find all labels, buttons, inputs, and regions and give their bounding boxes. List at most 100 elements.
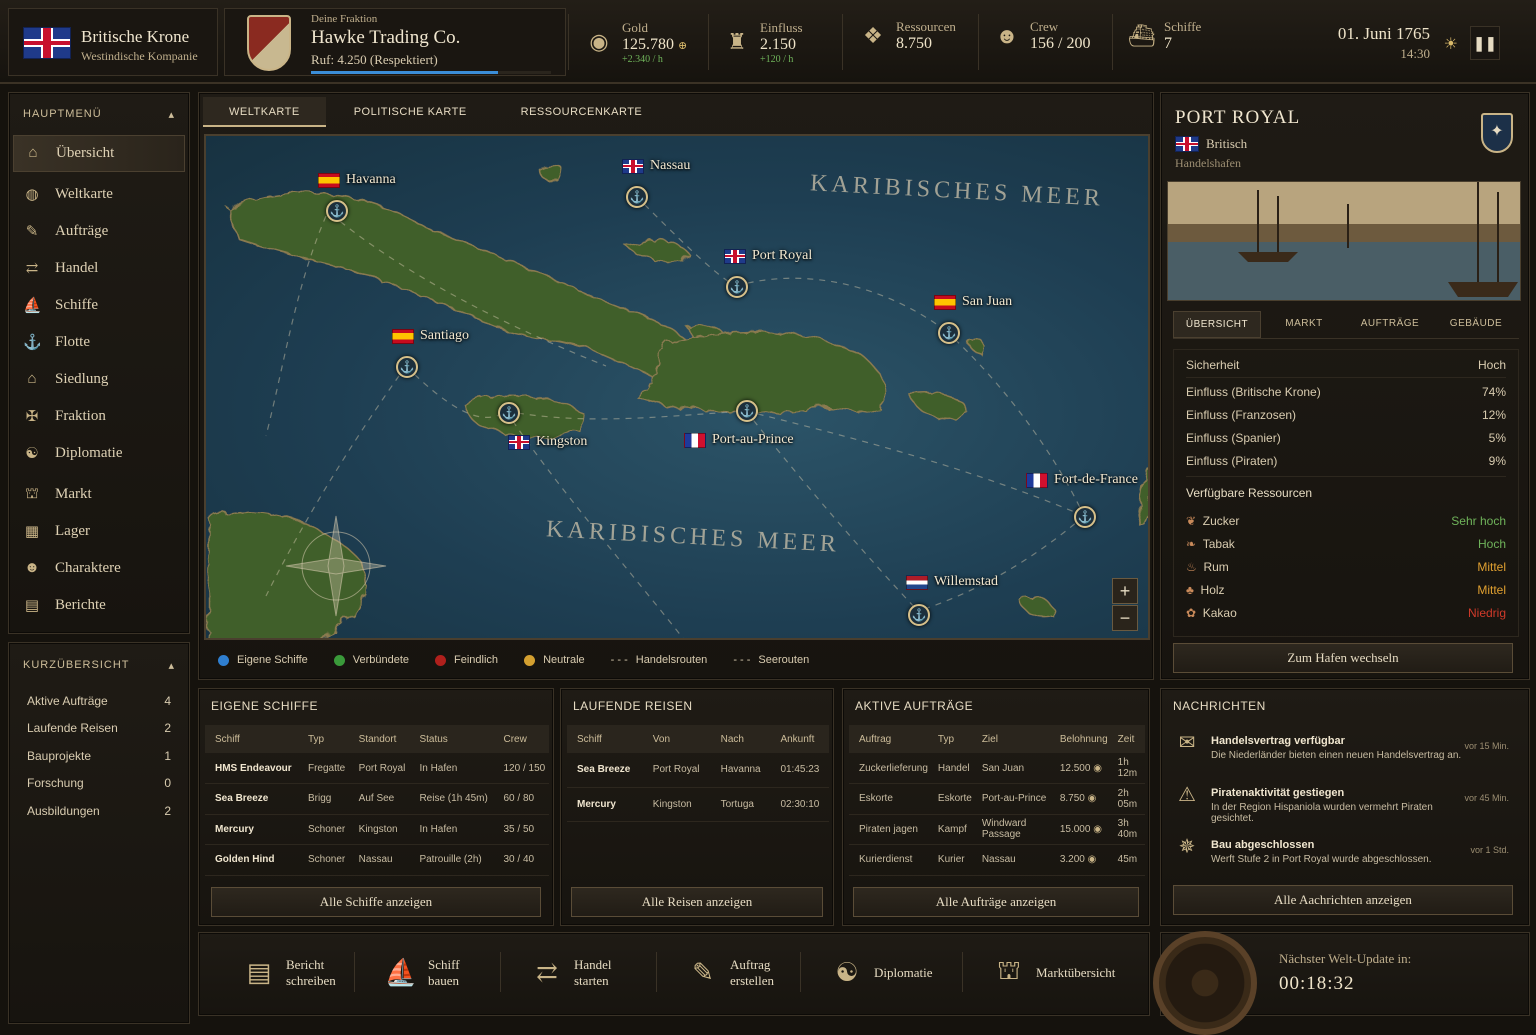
menu-item-faction[interactable]: ✠ Fraktion [9, 398, 189, 435]
show-all-news-button[interactable]: Alle Aachrichten anzeigen [1173, 885, 1513, 915]
table-row[interactable]: Mercury Kingston Tortuga 02:30:10 [567, 787, 829, 822]
table-row[interactable]: Kurierdienst Kurier Nassau 3.200 ◉ 45m [849, 844, 1145, 876]
port-label-willemstad[interactable]: Willemstad [906, 574, 998, 590]
world-map[interactable]: KARIBISCHES MEER KARIBISCHES MEER Havann… [204, 134, 1150, 640]
anchor-icon[interactable]: ⚓ [396, 356, 418, 378]
anchor-icon[interactable]: ⚓ [626, 186, 648, 208]
stat-gold[interactable]: ◉ Gold 125.780 ⊕ +2.340 / h [586, 0, 687, 84]
faction-box[interactable]: Deine Fraktion Hawke Trading Co. Ruf: 4.… [224, 8, 566, 76]
table-row[interactable]: Eskorte Eskorte Port-au-Prince 8.750 ◉ 2h 05… [849, 783, 1145, 815]
table-row[interactable]: Mercury Schoner Kingston In Hafen 35 / 50 [205, 814, 549, 845]
table-row[interactable]: Sea Breeze Brigg Auf See Reise (1h 45m) 60 /… [205, 783, 549, 815]
news-item[interactable]: ✵ Bau abgeschlossen Werft Stufe 2 in Port … [1161, 829, 1529, 881]
menu-item-quest[interactable]: ✎ Aufträge [9, 213, 189, 250]
news-item[interactable]: ✉ Handelsvertrag verfügbar Die Niederlände… [1161, 725, 1529, 777]
map-tab-2[interactable]: RESSOURCENKARTE [495, 97, 669, 127]
action-diplomacy[interactable]: ☯ Diplomatie [830, 944, 932, 1002]
port-tab-0[interactable]: ÜBERSICHT [1173, 311, 1261, 338]
collapse-icon[interactable]: ▴ [168, 659, 175, 672]
column-header[interactable]: Ziel [971, 725, 1050, 753]
show-all-orders-button[interactable]: Alle Aufträge anzeigen [853, 887, 1139, 917]
column-header[interactable]: Crew [493, 725, 549, 753]
nation-box[interactable]: Britische Krone Westindische Kompanie [8, 8, 218, 76]
port-label-san-juan[interactable]: San Juan [934, 294, 1012, 310]
table-row[interactable]: Sea Breeze Port Royal Havanna 01:45:23 [567, 753, 829, 788]
stat-ships[interactable]: ⛴ Schiffe 7 [1128, 0, 1201, 78]
menu-item-report[interactable]: ▤ Berichte [9, 587, 189, 624]
menu-item-market[interactable]: ⛫ Markt [9, 476, 189, 513]
anchor-icon[interactable]: ⚓ [1074, 506, 1096, 528]
anchor-icon[interactable]: ⚓ [908, 604, 930, 626]
stat-crew[interactable]: ☻ Crew 156 / 200 [994, 0, 1090, 78]
column-header[interactable]: Typ [297, 725, 349, 753]
column-header[interactable]: Schiff [205, 725, 298, 753]
port-label-kingston[interactable]: Kingston [508, 434, 587, 450]
quick-summary-header[interactable]: KURZÜBERSICHT ▴ [9, 643, 189, 687]
stat-influence[interactable]: ♜ Einfluss 2.150 +120 / h [724, 0, 803, 84]
column-header[interactable]: Status [409, 725, 494, 753]
menu-item-fleet[interactable]: ⚓ Flotte [9, 324, 189, 361]
anchor-icon[interactable]: ⚓ [736, 400, 758, 422]
show-all-ships-button[interactable]: Alle Schiffe anzeigen [211, 887, 541, 917]
table-row[interactable]: Piraten jagen Kampf Windward Passage 15.000… [849, 814, 1145, 845]
anchor-icon[interactable]: ⚓ [326, 200, 348, 222]
summary-row[interactable]: Aktive Aufträge 4 [27, 687, 171, 715]
column-header[interactable]: Ankunft [770, 725, 829, 753]
port-label-havanna[interactable]: Havanna [318, 172, 396, 188]
summary-row[interactable]: Laufende Reisen 2 [27, 715, 171, 743]
port-label-port-au-prince[interactable]: Port-au-Prince [684, 432, 794, 448]
summary-row[interactable]: Ausbildungen 2 [27, 797, 171, 825]
action-report[interactable]: ▤ Bericht schreiben [242, 944, 336, 1002]
main-menu-header[interactable]: HAUPTMENÜ ▴ [9, 93, 189, 135]
action-quest[interactable]: ✎ Auftrag erstellen [686, 944, 774, 1002]
menu-item-settlement[interactable]: ⌂ Siedlung [9, 361, 189, 398]
summary-row[interactable]: Bauprojekte 1 [27, 742, 171, 770]
column-header[interactable]: Von [642, 725, 711, 753]
map-legend: Eigene Schiffe Verbündete Feindlich Neutral… [206, 646, 809, 674]
menu-item-storage[interactable]: ▦ Lager [9, 513, 189, 550]
map-tab-1[interactable]: POLITISCHE KARTE [328, 97, 493, 127]
port-label-nassau[interactable]: Nassau [622, 158, 690, 174]
anchor-icon[interactable]: ⚓ [726, 276, 748, 298]
port-label-port-royal[interactable]: Port Royal [724, 248, 812, 264]
port-tab-3[interactable]: GEBÄUDE [1433, 311, 1519, 338]
switch-port-button[interactable]: Zum Hafen wechseln [1173, 643, 1513, 673]
pause-button[interactable]: ❚❚ [1470, 26, 1500, 60]
action-trade[interactable]: ⇄ Handel starten [530, 944, 611, 1002]
add-gold-icon[interactable]: ⊕ [678, 40, 687, 52]
port-label-fort-de-france[interactable]: Fort-de-France [1026, 472, 1138, 488]
menu-item-diplomacy[interactable]: ☯ Diplomatie [9, 435, 189, 472]
menu-item-character[interactable]: ☻ Charaktere [9, 550, 189, 587]
show-all-voyages-button[interactable]: Alle Reisen anzeigen [571, 887, 823, 917]
menu-item-home[interactable]: ⌂ Übersicht [13, 135, 185, 172]
column-header[interactable]: Typ [927, 725, 972, 753]
column-header[interactable]: Zeit [1107, 725, 1145, 753]
cell-text: Sea Breeze [215, 793, 269, 805]
column-header[interactable]: Nach [710, 725, 771, 753]
anchor-icon[interactable]: ⚓ [498, 402, 520, 424]
zoom-out-button[interactable]: − [1112, 605, 1138, 631]
table-row[interactable]: HMS Endeavour Fregatte Port Royal In Hafen 1… [205, 753, 549, 784]
anchor-icon[interactable]: ⚓ [938, 322, 960, 344]
column-header[interactable]: Standort [348, 725, 410, 753]
menu-item-globe[interactable]: ◍ Weltkarte [9, 176, 189, 213]
voyages-panel: LAUFENDE REISEN Schiff Von Nach Ankunft Sea … [560, 688, 834, 926]
port-label-santiago[interactable]: Santiago [392, 328, 469, 344]
stat-resources[interactable]: ❖ Ressourcen 8.750 [860, 0, 956, 78]
port-tab-1[interactable]: MARKT [1261, 311, 1347, 338]
summary-row[interactable]: Forschung 0 [27, 770, 171, 798]
collapse-icon[interactable]: ▴ [168, 108, 175, 121]
column-header[interactable]: Schiff [567, 725, 643, 753]
action-ship[interactable]: ⛵ Schiff bauen [384, 944, 460, 1002]
menu-item-ship[interactable]: ⛵ Schiffe [9, 287, 189, 324]
column-header[interactable]: Auftrag [849, 725, 928, 753]
map-tab-0[interactable]: WELTKARTE [203, 97, 326, 127]
port-tab-2[interactable]: AUFTRÄGE [1347, 311, 1433, 338]
table-row[interactable]: Golden Hind Schoner Nassau Patrouille (2h) 3… [205, 844, 549, 876]
table-row[interactable]: Zuckerlieferung Handel San Juan 12.500 ◉ 1h … [849, 753, 1145, 784]
action-market[interactable]: ⛫ Marktübersicht [992, 944, 1115, 1002]
zoom-in-button[interactable]: + [1112, 578, 1138, 604]
menu-item-trade[interactable]: ⇄ Handel [9, 250, 189, 287]
column-header[interactable]: Belohnung [1049, 725, 1108, 753]
news-item[interactable]: ⚠ Piratenaktivität gestiegen In der Region… [1161, 777, 1529, 829]
